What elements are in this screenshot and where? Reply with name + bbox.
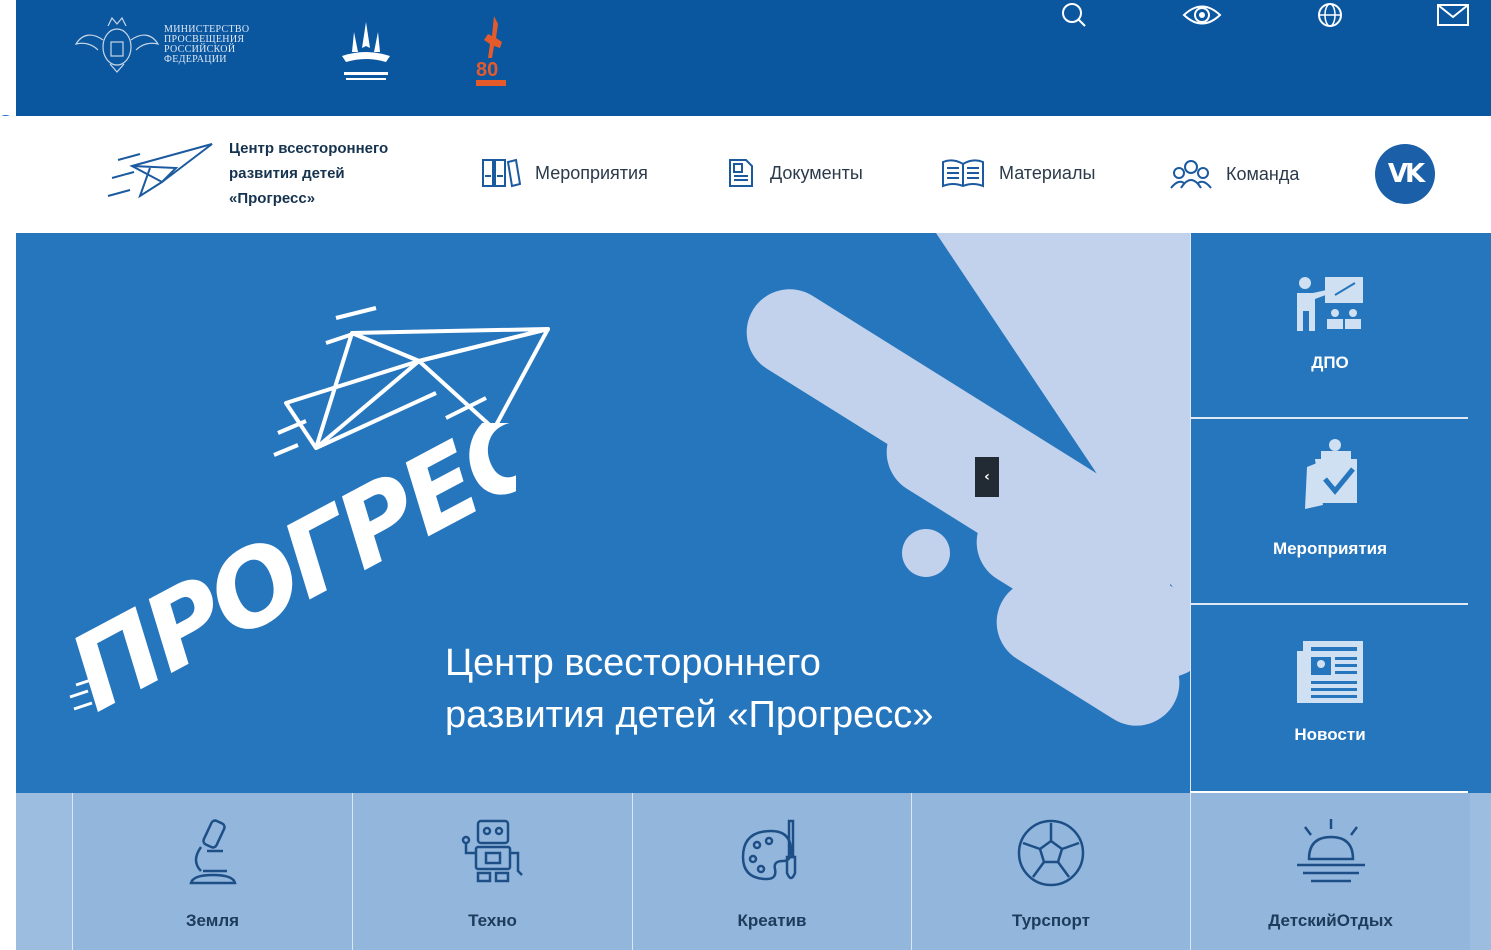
category-detskiy-otdykh[interactable]: ДетскийОтдых: [1190, 793, 1470, 950]
hero-title: Центр всестороннего развития детей «Прог…: [445, 637, 933, 741]
tile-news[interactable]: Новости: [1190, 605, 1469, 791]
year-of-children-rest-logo[interactable]: [330, 18, 402, 90]
tile-events[interactable]: Мероприятия: [1190, 419, 1469, 605]
tile-events-label: Мероприятия: [1272, 539, 1388, 558]
tile-news-label: Новости: [1294, 725, 1366, 744]
category-row: Земля Техно Креатив Турспорт ДетскийОтды…: [16, 793, 1491, 950]
category-tursport-label: Турспорт: [1012, 911, 1090, 930]
robot-icon: [461, 819, 523, 883]
side-edge: [1468, 233, 1491, 793]
ministry-name: МИНИСТЕРСТВО ПРОСВЕЩЕНИЯ РОССИЙСКОЙ ФЕДЕ…: [164, 24, 250, 65]
brand-line-1: Центр всестороннего: [229, 140, 389, 157]
nav-documents[interactable]: Документы: [726, 158, 863, 188]
palette-icon: [741, 819, 797, 881]
nav-events[interactable]: Мероприятия: [481, 158, 648, 188]
category-tekhno-label: Техно: [468, 911, 517, 930]
ministry-logo[interactable]: МИНИСТЕРСТВО ПРОСВЕЩЕНИЯ РОССИЙСКОЙ ФЕДЕ…: [72, 14, 249, 76]
nav-materials-label: Материалы: [999, 162, 1096, 183]
category-kreativ-label: Креатив: [737, 911, 807, 930]
category-tursport[interactable]: Турспорт: [911, 793, 1190, 950]
nav-materials[interactable]: Материалы: [941, 158, 1095, 188]
side-tiles: ДПО Мероприятия Новости: [1190, 233, 1470, 793]
category-zemlya[interactable]: Земля: [72, 793, 352, 950]
coat-of-arms-icon: [74, 16, 160, 73]
team-icon: [1170, 160, 1212, 189]
brand-line-2: развития детей: [229, 165, 345, 182]
category-kreativ[interactable]: Креатив: [632, 793, 911, 950]
book-icon: [942, 159, 984, 188]
search-icon[interactable]: [1059, 0, 1089, 30]
sunrise-icon: [1296, 819, 1365, 883]
ministry-header: МИНИСТЕРСТВО ПРОСВЕЩЕНИЯ РОССИЙСКОЙ ФЕДЕ…: [16, 0, 1491, 116]
brand-line-3: «Прогресс»: [229, 190, 316, 207]
tile-dpo-label: ДПО: [1311, 353, 1349, 372]
chevron-left-icon: ‹: [984, 469, 990, 485]
category-zemlya-label: Земля: [185, 911, 240, 930]
vk-icon[interactable]: VK: [1375, 144, 1435, 204]
nav-team-label: Команда: [1226, 163, 1300, 184]
clipboard-check-icon: [1305, 439, 1357, 509]
category-tekhno[interactable]: Техно: [352, 793, 632, 950]
brand-name[interactable]: Центр всестороннего развития детей «Прог…: [229, 136, 429, 211]
document-icon: [729, 159, 753, 187]
slider-prev-button[interactable]: ‹: [975, 457, 999, 497]
nav-documents-label: Документы: [770, 162, 863, 183]
globe-icon[interactable]: [1315, 0, 1345, 30]
paper-plane-logo-icon[interactable]: [104, 138, 216, 210]
hero-banner: ПРОГРЕСС Центр всестороннего развития де…: [16, 233, 1190, 793]
svg-text:80: 80: [476, 59, 498, 81]
teacher-icon: [1297, 277, 1363, 331]
hero-title-line-1: Центр всестороннего: [445, 642, 821, 684]
nav-team[interactable]: Команда: [1170, 158, 1299, 190]
category-detskiy-otdykh-label: ДетскийОтдых: [1268, 911, 1393, 930]
microscope-icon: [188, 819, 237, 885]
eye-icon[interactable]: [1182, 0, 1222, 30]
victory-80-logo[interactable]: 80: [472, 14, 512, 90]
binders-icon: [482, 158, 521, 188]
hero-title-line-2: развития детей «Прогресс»: [445, 694, 934, 736]
mail-icon[interactable]: [1436, 0, 1470, 30]
nav-events-label: Мероприятия: [535, 162, 648, 183]
tile-dpo[interactable]: ДПО: [1190, 233, 1469, 419]
main-navbar: Центр всестороннего развития детей «Прог…: [0, 116, 1491, 233]
newspaper-icon: [1297, 641, 1363, 703]
vk-label: VK: [1387, 159, 1425, 189]
soccer-ball-icon: [1017, 819, 1085, 887]
